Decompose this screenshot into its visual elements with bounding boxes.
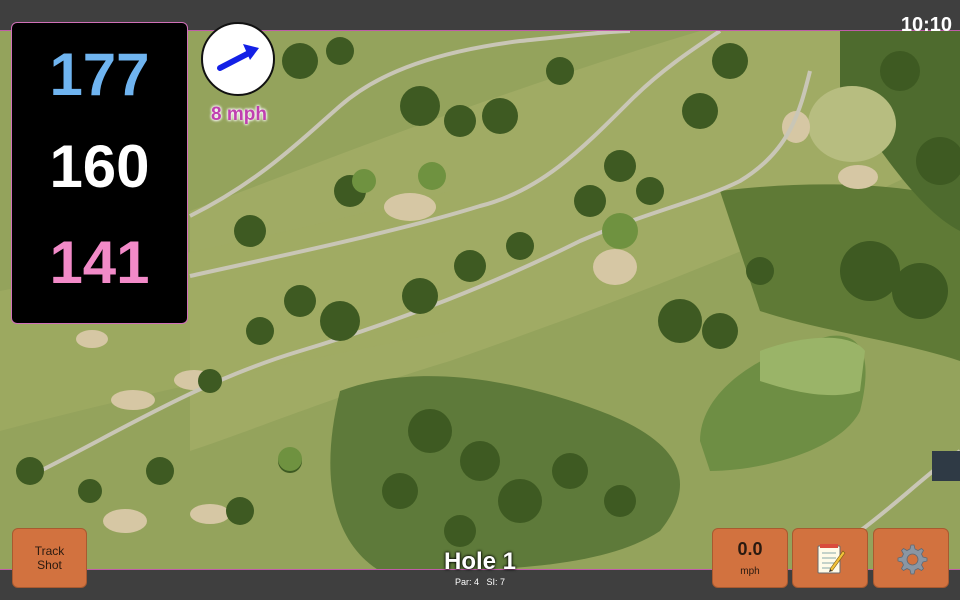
gps-screen: 10:10 177 160 141 8 mph Track Shot Hole … (0, 0, 960, 600)
track-shot-button[interactable]: Track Shot (12, 528, 87, 588)
par-label: Par: 4 (454, 577, 479, 587)
hole-details: Par: 4 SI: 7 (400, 577, 560, 587)
gear-icon (897, 544, 928, 575)
front-distance: 141 (49, 229, 150, 296)
speed-value: 0.0 (737, 539, 763, 559)
track-shot-label-line1: Track (34, 544, 65, 558)
wind-direction-dial (201, 22, 275, 96)
hole-title: Hole 1 (443, 548, 517, 575)
settings-button[interactable] (873, 528, 949, 588)
arrow-icon (217, 44, 259, 71)
track-shot-label-line2: Shot (37, 558, 62, 572)
notepad-icon (817, 544, 846, 574)
clock: 10:10 (900, 14, 952, 36)
back-distance: 177 (49, 41, 150, 108)
distance-panel: 177 160 141 (11, 22, 188, 324)
stroke-index-label: SI: 7 (486, 577, 506, 587)
wind-speed: 8 mph (211, 104, 267, 125)
middle-distance: 160 (49, 133, 150, 200)
speed-button[interactable]: 0.0 mph (712, 528, 788, 588)
notes-button[interactable] (792, 528, 868, 588)
speed-unit: mph (740, 566, 760, 577)
